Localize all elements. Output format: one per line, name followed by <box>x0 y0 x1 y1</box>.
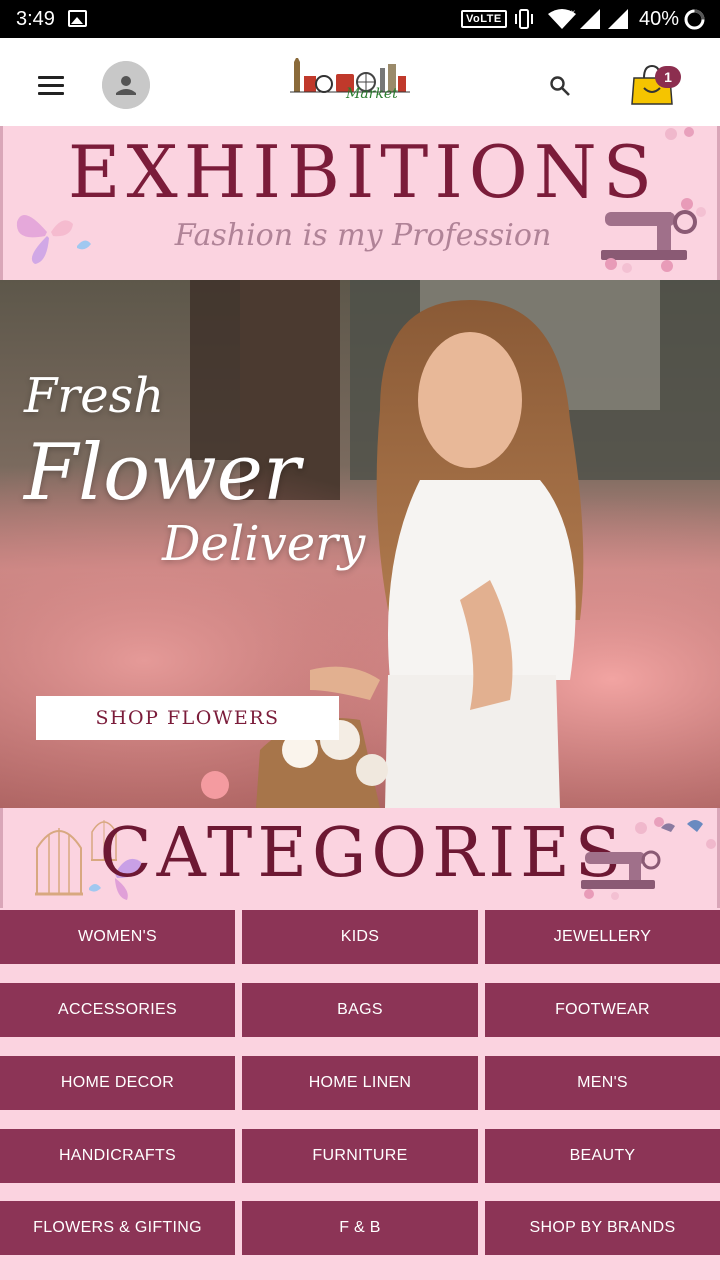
signal-icon-2 <box>608 9 628 29</box>
volte-badge: VoLTE <box>461 10 507 28</box>
category-row: HANDICRAFTS FURNITURE BEAUTY <box>0 1129 720 1183</box>
category-flowers-gifting-button[interactable]: FLOWERS & GIFTING <box>0 1201 235 1255</box>
status-bar: 3:49 VoLTE x 40% <box>0 0 720 38</box>
account-icon[interactable] <box>102 61 150 109</box>
category-accessories-button[interactable]: ACCESSORIES <box>0 983 235 1037</box>
shop-flowers-button[interactable]: SHOP FLOWERS <box>36 696 339 740</box>
sewing-machine-icon-2 <box>581 817 716 900</box>
hero-script-delivery: Delivery <box>162 516 366 572</box>
category-row: HOME DECOR HOME LINEN MEN'S <box>0 1056 720 1110</box>
category-womens-button[interactable]: WOMEN'S <box>0 910 235 964</box>
hero-banner[interactable]: Fresh Flower Delivery SHOP FLOWERS <box>0 280 720 808</box>
category-jewellery-button[interactable]: JEWELLERY <box>485 910 720 964</box>
category-f-and-b-button[interactable]: F & B <box>242 1201 478 1255</box>
cart-count-badge: 1 <box>655 66 681 88</box>
battery-icon <box>684 9 705 30</box>
battery-level: 40% <box>639 8 680 30</box>
category-row: ACCESSORIES BAGS FOOTWEAR <box>0 983 720 1037</box>
logo-market-text: Market <box>346 86 398 102</box>
sewing-machine-icon <box>601 198 706 273</box>
category-beauty-button[interactable]: BEAUTY <box>485 1129 720 1183</box>
svg-text:x: x <box>571 8 575 17</box>
category-row: FLOWERS & GIFTING F & B SHOP BY BRANDS <box>0 1201 720 1255</box>
category-furniture-button[interactable]: FURNITURE <box>242 1129 478 1183</box>
category-handicrafts-button[interactable]: HANDICRAFTS <box>0 1129 235 1183</box>
category-kids-button[interactable]: KIDS <box>242 910 478 964</box>
gallery-notification-icon <box>68 10 87 27</box>
category-home-decor-button[interactable]: HOME DECOR <box>0 1056 235 1110</box>
menu-icon[interactable] <box>38 76 64 96</box>
category-shop-by-brands-button[interactable]: SHOP BY BRANDS <box>485 1201 720 1255</box>
status-time: 3:49 <box>16 8 55 30</box>
hero-script-flower: Flower <box>24 428 301 518</box>
hero-script-fresh: Fresh <box>24 368 165 424</box>
category-footwear-button[interactable]: FOOTWEAR <box>485 983 720 1037</box>
vibrate-icon <box>515 9 533 29</box>
exhibitions-banner[interactable]: EXHIBITIONS Fashion is my Profession <box>0 126 720 280</box>
category-home-linen-button[interactable]: HOME LINEN <box>242 1056 478 1110</box>
category-mens-button[interactable]: MEN'S <box>485 1056 720 1110</box>
floral-corner-icon <box>665 127 694 140</box>
app-bar: Market 1 <box>0 38 720 126</box>
wifi-icon: x <box>548 8 576 29</box>
category-row: WOMEN'S KIDS JEWELLERY <box>0 910 720 964</box>
categories-banner: CATEGORIES <box>0 808 720 908</box>
search-icon[interactable] <box>548 74 572 98</box>
signal-icon <box>580 9 600 29</box>
category-bags-button[interactable]: BAGS <box>242 983 478 1037</box>
